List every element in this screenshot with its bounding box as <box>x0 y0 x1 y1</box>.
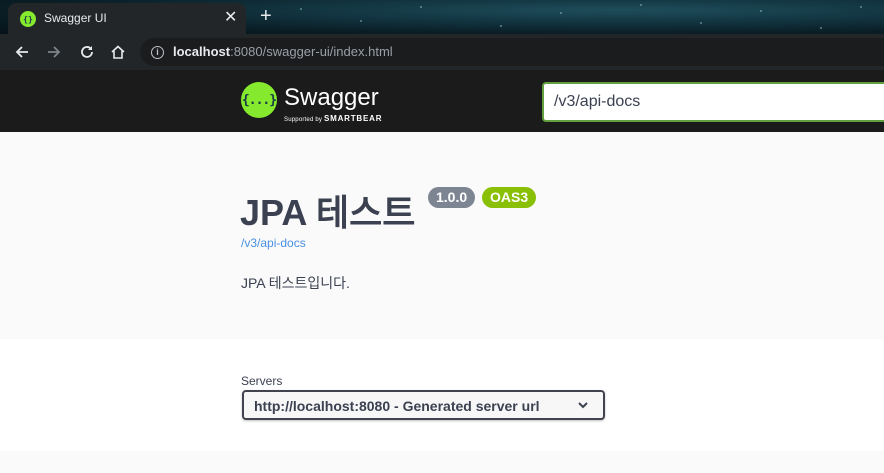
chevron-down-icon <box>578 402 588 409</box>
servers-label: Servers <box>241 374 283 388</box>
logo-tagline: Supported by SMARTBEAR <box>284 114 382 123</box>
new-tab-button[interactable]: + <box>260 5 272 27</box>
tab-title: Swagger UI <box>44 11 107 25</box>
site-info-icon[interactable]: i <box>151 46 164 59</box>
back-arrow-icon <box>15 46 28 58</box>
address-url[interactable]: localhost:8080/swagger-ui/index.html <box>173 44 393 59</box>
version-badge: 1.0.0 <box>428 187 476 208</box>
reload-button[interactable] <box>75 40 99 64</box>
oas-badge: OAS3 <box>482 187 537 208</box>
spec-link[interactable]: /v3/api-docs <box>241 236 306 250</box>
forward-arrow-icon <box>48 46 61 58</box>
url-path: :8080/swagger-ui/index.html <box>230 44 393 59</box>
api-description: JPA 테스트입니다. <box>241 275 350 291</box>
api-title: JPA 테스트 <box>240 192 416 233</box>
home-button[interactable] <box>106 40 130 64</box>
swagger-logo-icon[interactable]: {...} <box>241 82 277 118</box>
address-bar[interactable]: i localhost:8080/swagger-ui/index.html <box>140 38 884 66</box>
swagger-topbar: {...} Swagger Supported by SMARTBEAR <box>0 70 884 132</box>
smartbear-brand: SMARTBEAR <box>323 114 383 123</box>
tab-close-icon[interactable]: ✕ <box>224 8 237 28</box>
api-info-section: JPA 테스트 1.0.0 OAS3 /v3/api-docs JPA 테스트입… <box>0 132 884 339</box>
logo-tagline-prefix: Supported by <box>284 117 324 123</box>
server-selected-value: http://localhost:8080 - Generated server… <box>254 398 540 414</box>
swagger-favicon-icon: {} <box>20 11 36 27</box>
spec-url-input[interactable] <box>542 82 884 122</box>
server-select[interactable]: http://localhost:8080 - Generated server… <box>242 390 605 420</box>
operations-area <box>0 451 884 473</box>
browser-tab-strip: {} Swagger UI ✕ + <box>0 0 884 34</box>
back-button[interactable] <box>10 40 34 64</box>
browser-toolbar: i localhost:8080/swagger-ui/index.html <box>0 34 884 70</box>
url-host: localhost <box>173 44 231 59</box>
servers-section: Servers http://localhost:8080 - Generate… <box>0 339 884 451</box>
forward-button[interactable] <box>42 40 66 64</box>
swagger-logo-text[interactable]: Swagger <box>284 84 379 112</box>
reload-icon <box>81 46 93 58</box>
browser-tab[interactable]: {} Swagger UI ✕ <box>8 3 246 34</box>
home-icon <box>111 45 125 59</box>
